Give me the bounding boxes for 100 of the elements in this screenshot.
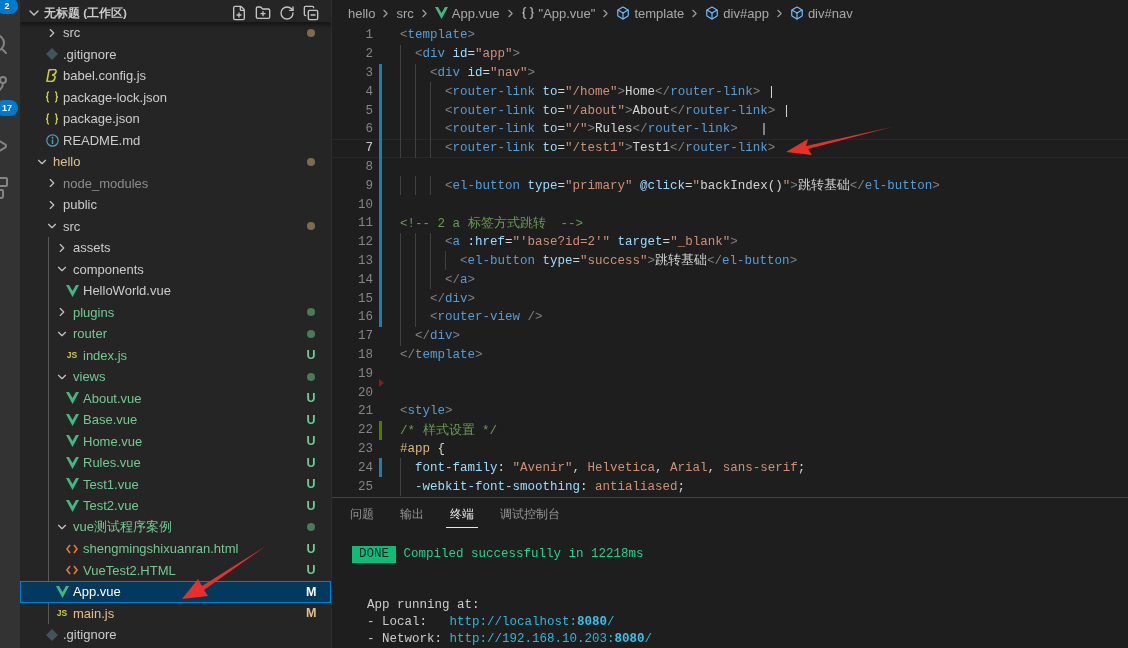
breadcrumb-item[interactable]: hello (348, 5, 376, 21)
file-name: public (63, 197, 98, 213)
folder-item[interactable]: plugins (20, 301, 331, 323)
folder-item[interactable]: router (20, 323, 331, 345)
code-line: #app { (400, 440, 446, 458)
git-status: M (306, 606, 316, 621)
git-status: M (306, 584, 316, 599)
vue-icon (65, 456, 79, 469)
vue-icon (65, 478, 79, 491)
terminal-text: Compiled successfully in 12218ms (402, 546, 644, 563)
vue-icon (65, 284, 79, 297)
breadcrumb-item[interactable]: "App.vue" (538, 5, 596, 21)
refresh-button[interactable] (279, 5, 295, 21)
file-item[interactable]: .gitignore (20, 43, 331, 65)
file-name: src (63, 218, 82, 234)
file-item[interactable]: shengmingshixuanran.html U (20, 538, 331, 560)
code-line: <!-- 2 a 标签方式跳转 --> (400, 215, 584, 233)
panel-tab[interactable]: 终端 (446, 503, 478, 528)
breadcrumb-item[interactable]: template (634, 5, 685, 21)
file-item[interactable]: package.json (20, 108, 331, 130)
url-link[interactable]: http://localhost: (449, 614, 578, 631)
status-badge: DONE (352, 546, 396, 563)
file-item[interactable]: About.vue U (20, 387, 331, 409)
code-editor[interactable] (332, 26, 1128, 497)
git-status: U (306, 541, 316, 556)
url-link[interactable]: / (607, 614, 615, 631)
breadcrumb-item[interactable]: src (396, 5, 414, 21)
file-item[interactable]: Base.vue U (20, 409, 331, 431)
folder-item[interactable]: node_modules (20, 172, 331, 194)
folder-item[interactable]: components (20, 258, 331, 280)
file-item[interactable]: .gitignore (20, 624, 331, 646)
file-item[interactable]: Home.vue U (20, 430, 331, 452)
braces-icon (520, 6, 535, 20)
breadcrumb-item[interactable]: App.vue (451, 5, 500, 21)
folder-item[interactable]: hello (20, 151, 331, 173)
url-link[interactable]: http://192.168.10.203: (449, 631, 615, 648)
line-number: 1 (364, 28, 373, 43)
panel-tab[interactable]: 输出 (396, 503, 428, 528)
babel-icon (46, 69, 58, 83)
file-name: About.vue (83, 390, 143, 406)
line-number: 16 (357, 310, 373, 325)
folder-item[interactable]: src (20, 215, 331, 237)
code-line: <el-button type="success">跳转基础</el-button> (400, 251, 798, 271)
file-name: views (73, 369, 107, 385)
file-name: shengmingshixuanran.html (83, 541, 240, 557)
folder-item[interactable]: public (20, 194, 331, 216)
code-line: <router-link to="/about">About</router-link> | (400, 101, 791, 121)
code-line: -webkit-font-smoothing: antialiased; (400, 477, 686, 497)
count-badge: 2 (0, 0, 18, 14)
file-item[interactable]: package-lock.json (20, 86, 331, 108)
deletion-marker (379, 379, 384, 388)
folder-item[interactable]: assets (20, 237, 331, 259)
folder-item[interactable]: views (20, 366, 331, 388)
file-item[interactable]: VueTest2.HTML U (20, 559, 331, 581)
file-item[interactable]: App.vue M (20, 581, 331, 603)
collapse-button[interactable] (303, 5, 319, 21)
git-status: U (306, 455, 316, 470)
file-item[interactable]: README.md (20, 129, 331, 151)
file-item[interactable]: babel.config.js (20, 65, 331, 87)
line-number: 21 (357, 404, 373, 419)
code-line: </a> (400, 270, 476, 290)
panel-tab[interactable]: 问题 (346, 503, 378, 528)
file-item[interactable]: Test2.vue U (20, 495, 331, 517)
file-item[interactable]: JS index.js U (20, 344, 331, 366)
vue-icon (65, 435, 79, 448)
file-item[interactable]: Rules.vue U (20, 452, 331, 474)
file-name: assets (73, 240, 112, 256)
git-status: U (306, 477, 316, 492)
file-item[interactable]: JS main.js M (20, 602, 331, 624)
new-folder-button[interactable] (255, 5, 271, 21)
url-link[interactable]: 8080 (614, 631, 645, 648)
code-line: </div> (400, 326, 461, 346)
breadcrumb-item[interactable]: div#app (723, 5, 769, 21)
file-name: package-lock.json (63, 89, 169, 105)
file-name: VueTest2.HTML (83, 562, 177, 578)
git-status: U (306, 563, 316, 578)
line-number: 25 (357, 479, 373, 494)
line-number: 19 (357, 366, 373, 381)
file-item[interactable]: Test1.vue U (20, 473, 331, 495)
code-line: /* 样式设置 */ (400, 422, 497, 440)
code-line: <a :href="'base?id=2'" target="_blank"> (400, 232, 738, 252)
new-file-button[interactable] (231, 5, 247, 21)
file-name: node_modules (63, 175, 150, 191)
braces-icon (45, 91, 59, 104)
panel-tab[interactable]: 调试控制台 (496, 503, 564, 528)
line-number: 7 (364, 141, 373, 156)
vue-icon (65, 499, 79, 512)
url-link[interactable]: / (644, 631, 653, 648)
folder-item[interactable]: vue测试程序案例 (20, 516, 331, 538)
url-link[interactable]: 8080 (577, 614, 608, 631)
breadcrumb-item[interactable]: div#nav (807, 5, 853, 21)
code-icon (66, 543, 78, 554)
vue-icon (65, 413, 79, 426)
code-line: <router-link to="/test1">Test1</router-link> (400, 138, 776, 158)
folder-item[interactable]: src (20, 22, 331, 44)
code-line: <router-link to="/home">Home</router-link> | (400, 82, 776, 102)
line-number: 24 (357, 460, 373, 475)
file-item[interactable]: HelloWorld.vue (20, 280, 331, 302)
file-name: package.json (63, 111, 141, 127)
terminal-text: - Local: (366, 614, 428, 631)
